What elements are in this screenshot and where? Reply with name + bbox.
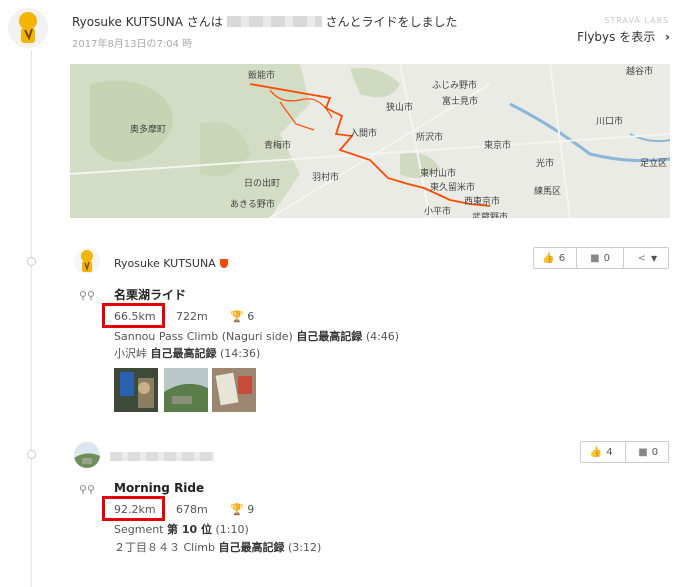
distance-stat: 92.2km	[114, 503, 156, 516]
chevron-right-icon: ›	[665, 30, 670, 44]
flybys-link[interactable]: Flybys を表示 ›	[577, 28, 670, 45]
user-avatar-icon	[8, 8, 48, 48]
segment-achievement[interactable]: ２丁目８４３ Climb 自己最高記録 (3:12)	[114, 539, 321, 555]
activity-title[interactable]: Morning Ride	[114, 481, 204, 495]
group-avatar[interactable]	[8, 8, 48, 48]
segment-achievement[interactable]: Segment 第 10 位 (1:10)	[114, 521, 249, 537]
share-button[interactable]: < ▼	[627, 253, 668, 264]
chevron-down-icon: ▼	[650, 253, 658, 263]
kudos-button[interactable]: 👍 6	[534, 253, 573, 264]
activity-date: 2017年8月13日の7:04 時	[72, 39, 193, 50]
kudos-count: 4	[606, 446, 613, 458]
athlete-avatar[interactable]	[74, 248, 100, 274]
map-label: 飯能市	[248, 71, 276, 81]
timeline-dot	[27, 450, 36, 459]
map-label: 西東京市	[464, 197, 501, 207]
flybys-label: Flybys を表示	[577, 30, 656, 44]
map-label: 足立区	[640, 159, 668, 169]
share-icon: <	[637, 252, 646, 264]
map-label: 奥多摩町	[130, 125, 167, 135]
route-map[interactable]: 飯能市 ふじみ野市 富士見市 狭山市 奥多摩町 入間市 所沢市 東京市 川口市 …	[70, 64, 670, 218]
comment-count: 0	[651, 446, 659, 458]
activity-photo[interactable]	[212, 368, 256, 412]
activity-actions: 👍 6 ■ 0 < ▼	[533, 247, 669, 269]
comment-count: 0	[603, 252, 610, 264]
athlete-link[interactable]: Ryosuke KUTSUNA	[72, 15, 183, 29]
map-label: 所沢市	[416, 133, 444, 143]
map-label: 東村山市	[420, 169, 457, 179]
summary-text: さんとライドをしました	[325, 15, 458, 29]
map-label: 川口市	[596, 117, 624, 127]
distance-stat: 66.5km	[114, 310, 156, 323]
map-label: 狭山市	[386, 103, 414, 113]
achievement-stat: 🏆 9	[230, 503, 255, 516]
segment-achievement[interactable]: Sannou Pass Climb (Naguri side) 自己最高記録 (…	[114, 328, 399, 344]
activity-actions: 👍 4 ■ 0	[580, 441, 669, 463]
trophy-icon: 🏆	[230, 503, 244, 516]
comment-icon: ■	[590, 252, 600, 264]
map-label: 小平市	[424, 207, 452, 217]
segment-achievement[interactable]: 小沢峠 自己最高記録 (14:36)	[114, 345, 260, 361]
map-label: 富士見市	[442, 97, 479, 107]
premium-badge-icon	[219, 259, 228, 268]
map-label: 青梅市	[264, 141, 292, 151]
group-activity-summary: Ryosuke KUTSUNA さんは さんとライドをしました	[72, 13, 457, 30]
comment-icon: ■	[638, 446, 648, 458]
activity-photo[interactable]	[114, 368, 158, 412]
redacted-name	[226, 16, 322, 27]
comment-button[interactable]: ■ 0	[580, 253, 619, 264]
strava-labs-label: STRAVA LABS	[604, 16, 669, 25]
elevation-stat: 678m	[176, 503, 208, 516]
redacted-athlete-name	[110, 452, 214, 461]
activity-photo[interactable]	[164, 368, 208, 412]
achievement-stat: 🏆 6	[230, 310, 255, 323]
map-label: 入間市	[350, 129, 378, 139]
thumbs-up-icon: 👍	[589, 446, 603, 458]
map-background	[70, 64, 670, 218]
bike-icon: ⚲⚲	[79, 483, 96, 496]
map-label: 武蔵野市	[472, 213, 509, 218]
timeline-dot	[27, 257, 36, 266]
bike-icon: ⚲⚲	[79, 289, 96, 302]
map-label: 東京市	[484, 141, 512, 151]
kudos-count: 6	[558, 252, 566, 264]
athlete-name-label: Ryosuke KUTSUNA	[114, 257, 216, 270]
feed-timeline	[31, 50, 32, 587]
map-label: 越谷市	[626, 67, 654, 77]
kudos-button[interactable]: 👍 4	[581, 447, 622, 458]
activity-title[interactable]: 名栗湖ライド	[114, 286, 186, 303]
map-label: ふじみ野市	[432, 81, 478, 91]
map-label: 光市	[536, 159, 555, 169]
athlete-avatar[interactable]	[74, 442, 100, 468]
user-avatar-icon	[81, 250, 93, 272]
thumbs-up-icon: 👍	[542, 252, 555, 264]
summary-text: さんは	[186, 15, 223, 29]
map-label: 羽村市	[312, 173, 340, 183]
map-label: 練馬区	[534, 187, 562, 197]
map-label: 東久留米市	[430, 183, 476, 193]
comment-button[interactable]: ■ 0	[628, 447, 668, 458]
map-label: 日の出町	[244, 179, 281, 189]
map-label: あきる野市	[230, 200, 275, 210]
trophy-icon: 🏆	[230, 310, 244, 323]
user-avatar-icon	[74, 442, 100, 468]
elevation-stat: 722m	[176, 310, 208, 323]
athlete-name[interactable]: Ryosuke KUTSUNA	[114, 257, 228, 270]
